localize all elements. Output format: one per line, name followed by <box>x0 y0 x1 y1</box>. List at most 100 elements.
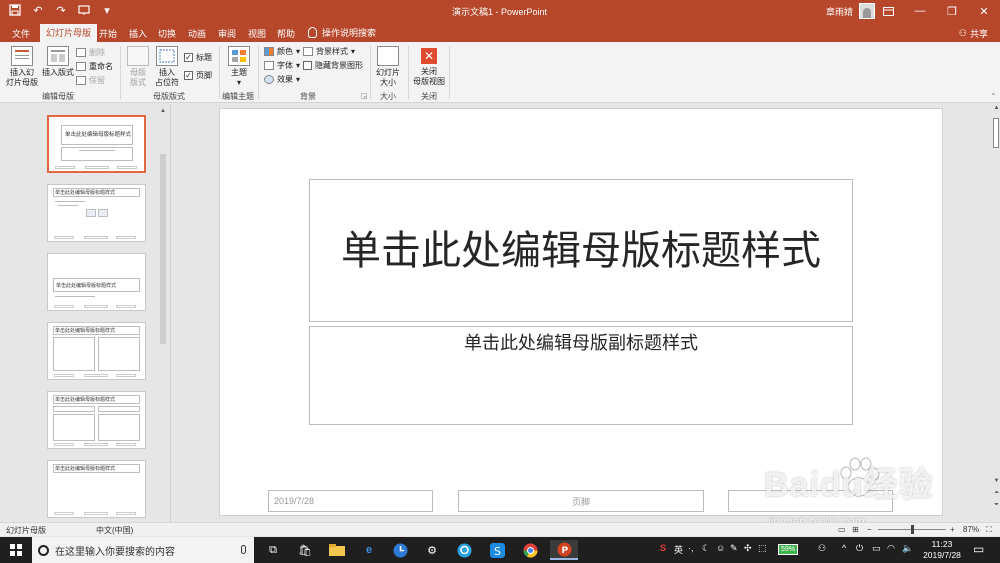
settings-gear-icon[interactable]: ⚙ <box>421 540 443 560</box>
footer-placeholder[interactable]: 页脚 <box>458 490 704 512</box>
tab-slide-master[interactable]: 幻灯片母版 <box>40 24 98 42</box>
skin-icon[interactable]: ⬚ <box>758 543 767 554</box>
title-placeholder[interactable]: 单击此处编辑母版标题样式 <box>309 179 853 322</box>
tab-help[interactable]: 帮助 <box>277 25 295 42</box>
fonts-button[interactable]: 字体 ▾ <box>264 60 300 71</box>
app-s-icon[interactable]: S <box>486 540 508 560</box>
dialog-launcher-icon[interactable]: ◲ <box>361 92 368 100</box>
powerpoint-taskbar-icon[interactable]: P <box>550 540 578 560</box>
delete-button[interactable]: 删除 <box>76 47 105 58</box>
tab-review[interactable]: 审阅 <box>218 25 236 42</box>
tab-transitions[interactable]: 切换 <box>158 25 176 42</box>
normal-view-icon[interactable]: ▭ <box>838 525 846 534</box>
tab-home[interactable]: 开始 <box>99 25 117 42</box>
account-area[interactable]: 章雨婧 <box>826 3 876 19</box>
slide-size-button[interactable]: 幻灯片 大小 <box>374 46 402 88</box>
chrome-icon[interactable] <box>519 540 541 560</box>
scroll-down-icon[interactable]: ▼ <box>993 478 1000 484</box>
next-slide-icon[interactable]: ⏷ <box>993 502 1000 509</box>
keyboard-icon[interactable]: ✎ <box>730 543 738 554</box>
scroll-up-icon[interactable]: ▲ <box>993 105 1000 111</box>
thumbnail-4[interactable]: 单击此处编辑母版标题样式 <box>47 322 146 380</box>
insert-placeholder-button[interactable]: 插入 占位符 <box>153 46 181 88</box>
show-hidden-icons[interactable]: ^ <box>842 543 846 553</box>
battery-indicator[interactable]: 59% <box>778 544 798 555</box>
app-q-icon[interactable] <box>453 540 475 560</box>
thumbnail-2[interactable]: 单击此处编辑母版标题样式 <box>47 184 146 242</box>
clock-app-icon[interactable] <box>389 540 411 560</box>
system-clock[interactable]: 11:23 2019/7/28 <box>918 539 966 561</box>
title-checkbox[interactable]: ✓ 标题 <box>184 52 212 63</box>
effects-button[interactable]: 效果 ▾ <box>264 74 300 85</box>
thumbnail-5[interactable]: 单击此处编辑母版标题样式 <box>47 391 146 449</box>
tell-me-search[interactable]: 操作说明搜索 <box>308 26 376 39</box>
battery-tray-icon[interactable]: ▭ <box>872 543 881 554</box>
footer-checkbox[interactable]: ✓ 页脚 <box>184 70 212 81</box>
slide-canvas[interactable]: 单击此处编辑母版标题样式 单击此处编辑母版副标题样式 2019/7/28 页脚 <box>220 109 942 515</box>
sogou-ime-icon[interactable]: S <box>660 543 666 553</box>
zoom-slider-knob[interactable] <box>911 525 914 534</box>
ie-browser-icon[interactable]: e <box>358 540 380 560</box>
wifi-icon[interactable]: ◠ <box>887 543 895 554</box>
insert-layout-button[interactable]: 插入版式 <box>40 46 76 78</box>
volume-icon[interactable]: 🔈 <box>902 543 913 554</box>
restore-icon[interactable]: ❐ <box>936 0 968 22</box>
preserve-button[interactable]: 保留 <box>76 75 105 86</box>
thumbnail-6[interactable]: 单击此处编辑母版标题样式 <box>47 460 146 518</box>
themes-button[interactable]: 主题 ▾ <box>226 46 252 88</box>
undo-icon[interactable]: ↶ <box>31 3 45 17</box>
power-icon[interactable]: ⏻ <box>856 543 863 554</box>
slide-sorter-icon[interactable]: ⊞ <box>852 525 859 534</box>
close-master-view-button[interactable]: ✕ 关闭 母版视图 <box>411 48 447 87</box>
tab-insert[interactable]: 插入 <box>129 25 147 42</box>
zoom-level[interactable]: 87% <box>963 525 979 534</box>
scroll-up-icon[interactable]: ▲ <box>159 108 167 114</box>
editor-scrollbar[interactable]: ▲ ▼ ⏶ ⏷ <box>993 104 1000 522</box>
scrollbar-thumb[interactable] <box>993 118 999 148</box>
customize-icon[interactable]: ▾ <box>100 3 114 17</box>
windows-start-icon[interactable] <box>10 544 22 556</box>
notifications-icon[interactable]: ▭ <box>973 542 984 556</box>
share-button[interactable]: ⚇ 共享 <box>959 27 988 40</box>
task-view-icon[interactable]: ⧉ <box>262 540 284 560</box>
tools-icon[interactable]: ✣ <box>744 543 752 554</box>
people-icon[interactable]: ⚇ <box>818 543 826 554</box>
emoji-icon[interactable]: ☺ <box>716 543 725 553</box>
zoom-out-icon[interactable]: − <box>867 525 872 534</box>
thumbnail-3[interactable]: 单击此处编辑母版标题样式 <box>47 253 146 311</box>
moon-icon[interactable]: ☾ <box>702 543 710 554</box>
ribbon-display-icon[interactable] <box>872 0 904 22</box>
insert-slide-master-button[interactable]: 插入幻 灯片母版 <box>5 46 39 88</box>
date-placeholder[interactable]: 2019/7/28 <box>268 490 433 512</box>
close-icon[interactable]: ✕ <box>968 0 1000 22</box>
punctuation-icon[interactable]: ·, <box>688 543 694 553</box>
save-icon[interactable] <box>8 3 22 17</box>
rename-button[interactable]: 重命名 <box>76 61 113 72</box>
colors-button[interactable]: 颜色 ▾ <box>264 46 300 57</box>
previous-slide-icon[interactable]: ⏶ <box>993 490 1000 497</box>
tab-animations[interactable]: 动画 <box>188 25 206 42</box>
hide-background-checkbox[interactable]: 隐藏背景图形 <box>303 60 363 71</box>
ime-mode[interactable]: 英 <box>674 543 683 556</box>
fit-slide-icon[interactable]: ⛶ <box>986 525 992 535</box>
tab-view[interactable]: 视图 <box>248 25 266 42</box>
background-styles-button[interactable]: 背景样式 ▾ <box>303 46 355 57</box>
file-explorer-icon[interactable] <box>326 540 348 560</box>
thumbnail-1[interactable]: 单击此处编辑母版标题样式 <box>47 115 146 173</box>
store-icon[interactable]: 🛍 <box>294 540 316 560</box>
scrollbar-thumb[interactable] <box>160 154 166 344</box>
present-icon[interactable] <box>77 3 91 17</box>
thumbnail-scrollbar[interactable]: ▲ <box>159 108 167 518</box>
microphone-icon[interactable] <box>241 545 246 554</box>
zoom-in-icon[interactable]: + <box>950 525 955 534</box>
tab-file[interactable]: 文件 <box>12 25 30 42</box>
tell-me-label: 操作说明搜索 <box>322 28 377 38</box>
taskbar-search[interactable]: 在这里输入你要搜索的内容 <box>32 537 254 563</box>
collapse-ribbon-icon[interactable]: ⌃ <box>990 92 997 101</box>
master-layout-button[interactable]: 母版 版式 <box>125 46 151 88</box>
subtitle-placeholder[interactable]: 单击此处编辑母版副标题样式 <box>309 326 853 425</box>
redo-icon[interactable]: ↷ <box>54 3 68 17</box>
minimize-icon[interactable]: — <box>904 0 936 22</box>
language-status[interactable]: 中文(中国) <box>96 525 133 536</box>
thumb-footer-box <box>84 305 108 308</box>
